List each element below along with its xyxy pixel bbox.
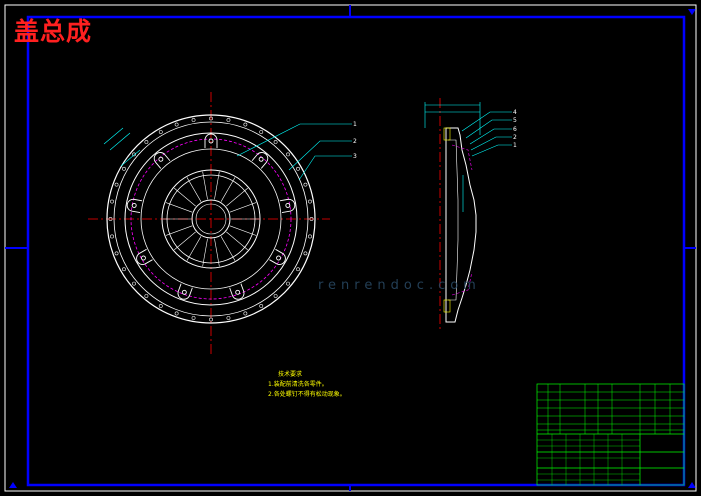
callout-layer: 1 2 3 4 5 6 2 1 [353, 109, 517, 160]
callout-front-1: 1 [353, 121, 357, 128]
callout-front-2: 2 [353, 138, 357, 145]
cad-drawing-sheet: 盖总成 技术要求 1.装配前清洗各零件。 2.各处螺钉不得有松动现象。 renr… [0, 0, 701, 496]
callout-side-1: 1 [513, 142, 517, 149]
callout-side-6: 6 [513, 126, 517, 133]
callout-side-5: 5 [513, 117, 517, 124]
callout-side-4: 4 [513, 109, 517, 116]
callout-side-2: 2 [513, 134, 517, 141]
callout-front-3: 3 [353, 153, 357, 160]
